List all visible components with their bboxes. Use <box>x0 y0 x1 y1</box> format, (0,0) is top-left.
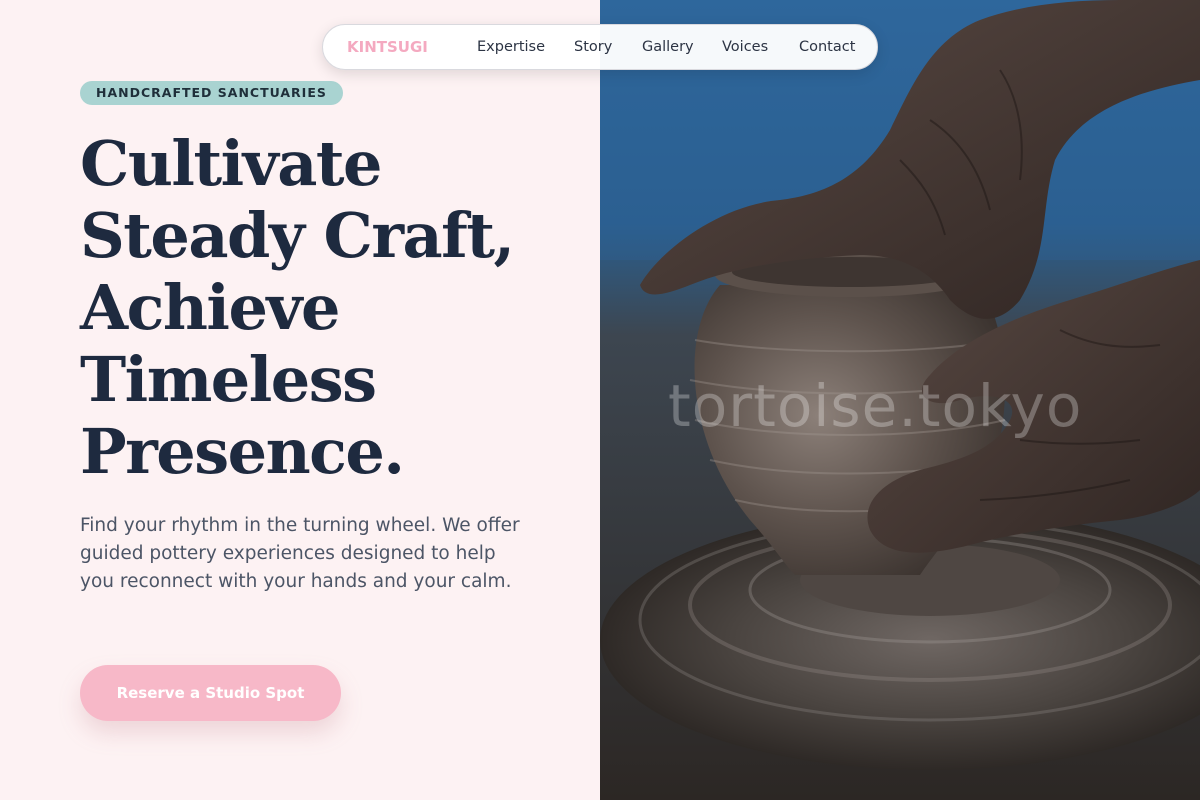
brand-logo-link[interactable]: KINTSUGI <box>347 25 428 69</box>
headline-line: Cultivate <box>80 127 382 200</box>
pottery-wheel-illustration <box>600 0 1200 800</box>
reserve-studio-button[interactable]: Reserve a Studio Spot <box>80 665 341 721</box>
hero-image <box>600 0 1200 800</box>
hero-section: HANDCRAFTED SANCTUARIES Cultivate Steady… <box>0 0 600 800</box>
top-navigation: KINTSUGI Expertise Story Gallery Voices … <box>322 24 878 70</box>
nav-link-story[interactable]: Story <box>574 25 612 69</box>
hero-badge: HANDCRAFTED SANCTUARIES <box>80 81 343 105</box>
hero-headline: Cultivate Steady Craft, Achieve Timeless… <box>80 128 580 488</box>
landing-page: HANDCRAFTED SANCTUARIES Cultivate Steady… <box>0 0 1200 800</box>
nav-link-contact[interactable]: Contact <box>799 25 855 69</box>
headline-line: Steady Craft, <box>80 199 515 272</box>
nav-link-expertise[interactable]: Expertise <box>477 25 545 69</box>
headline-line: Achieve <box>80 271 340 344</box>
nav-link-voices[interactable]: Voices <box>722 25 768 69</box>
headline-line: Presence. <box>80 415 405 488</box>
nav-link-gallery[interactable]: Gallery <box>642 25 694 69</box>
headline-line: Timeless <box>80 343 377 416</box>
hero-description: Find your rhythm in the turning wheel. W… <box>80 515 520 592</box>
